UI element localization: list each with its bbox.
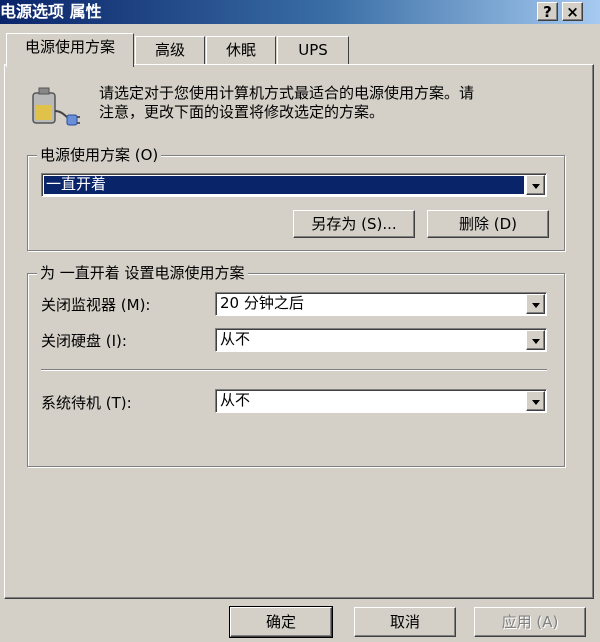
save-as-button[interactable]: 另存为 (S)... [293, 210, 415, 238]
power-plug-battery-icon [32, 87, 80, 126]
settings-group-label: 为 一直开着 设置电源使用方案 [37, 264, 248, 282]
cancel-label: 取消 [389, 613, 420, 631]
scheme-select[interactable]: 一直开着 [41, 173, 547, 197]
scheme-dropdown-button[interactable] [526, 175, 545, 195]
tab-label: 休眠 [225, 41, 256, 59]
ok-label: 确定 [265, 613, 296, 631]
window-edge [594, 24, 600, 599]
chevron-down-icon [532, 339, 540, 344]
scheme-select-value: 一直开着 [46, 175, 107, 193]
monitor-select[interactable]: 20 分钟之后 [215, 292, 547, 316]
settings-divider [41, 369, 547, 371]
tab-label: UPS [298, 41, 328, 59]
close-button[interactable]: × [562, 2, 583, 21]
standby-select[interactable]: 从不 [215, 389, 547, 413]
save-as-label: 另存为 (S)... [311, 215, 397, 233]
scheme-group-label: 电源使用方案 (O) [37, 146, 162, 164]
cancel-button[interactable]: 取消 [354, 607, 456, 637]
disk-label: 关闭硬盘 (I): [41, 332, 127, 350]
standby-label: 系统待机 (T): [41, 394, 132, 412]
monitor-label: 关闭监视器 (M): [41, 296, 151, 314]
tab-ups[interactable]: UPS [277, 36, 349, 64]
chevron-down-icon [532, 303, 540, 308]
tab-power-schemes[interactable]: 电源使用方案 [6, 33, 134, 67]
monitor-dropdown-button[interactable] [526, 294, 545, 314]
title-bar[interactable]: 电源选项 属性 ? × [0, 0, 600, 24]
disk-select-value: 从不 [220, 330, 251, 348]
disk-dropdown-button[interactable] [526, 330, 545, 350]
tab-page: 请选定对于您使用计算机方式最适合的电源使用方案。请 注意，更改下面的设置将修改选… [4, 64, 594, 599]
tab-hibernate[interactable]: 休眠 [206, 36, 276, 64]
description-line-2: 注意，更改下面的设置将修改选定的方案。 [99, 103, 385, 121]
tab-label: 电源使用方案 [24, 38, 115, 56]
apply-button[interactable]: 应用 (A) [474, 607, 586, 637]
apply-label: 应用 (A) [501, 613, 559, 631]
chevron-down-icon [532, 184, 540, 189]
description-line-1: 请选定对于您使用计算机方式最适合的电源使用方案。请 [99, 84, 475, 102]
chevron-down-icon [532, 400, 540, 405]
delete-button[interactable]: 删除 (D) [427, 210, 549, 238]
selection-highlight [44, 176, 524, 194]
standby-select-value: 从不 [220, 391, 251, 409]
tab-advanced[interactable]: 高级 [135, 36, 205, 64]
monitor-select-value: 20 分钟之后 [220, 294, 304, 312]
delete-label: 删除 (D) [458, 215, 518, 233]
tab-label: 高级 [154, 41, 185, 59]
ok-button[interactable]: 确定 [229, 606, 333, 638]
standby-dropdown-button[interactable] [526, 391, 545, 411]
window-title: 电源选项 属性 [0, 2, 102, 21]
help-button[interactable]: ? [537, 2, 558, 21]
disk-select[interactable]: 从不 [215, 328, 547, 352]
